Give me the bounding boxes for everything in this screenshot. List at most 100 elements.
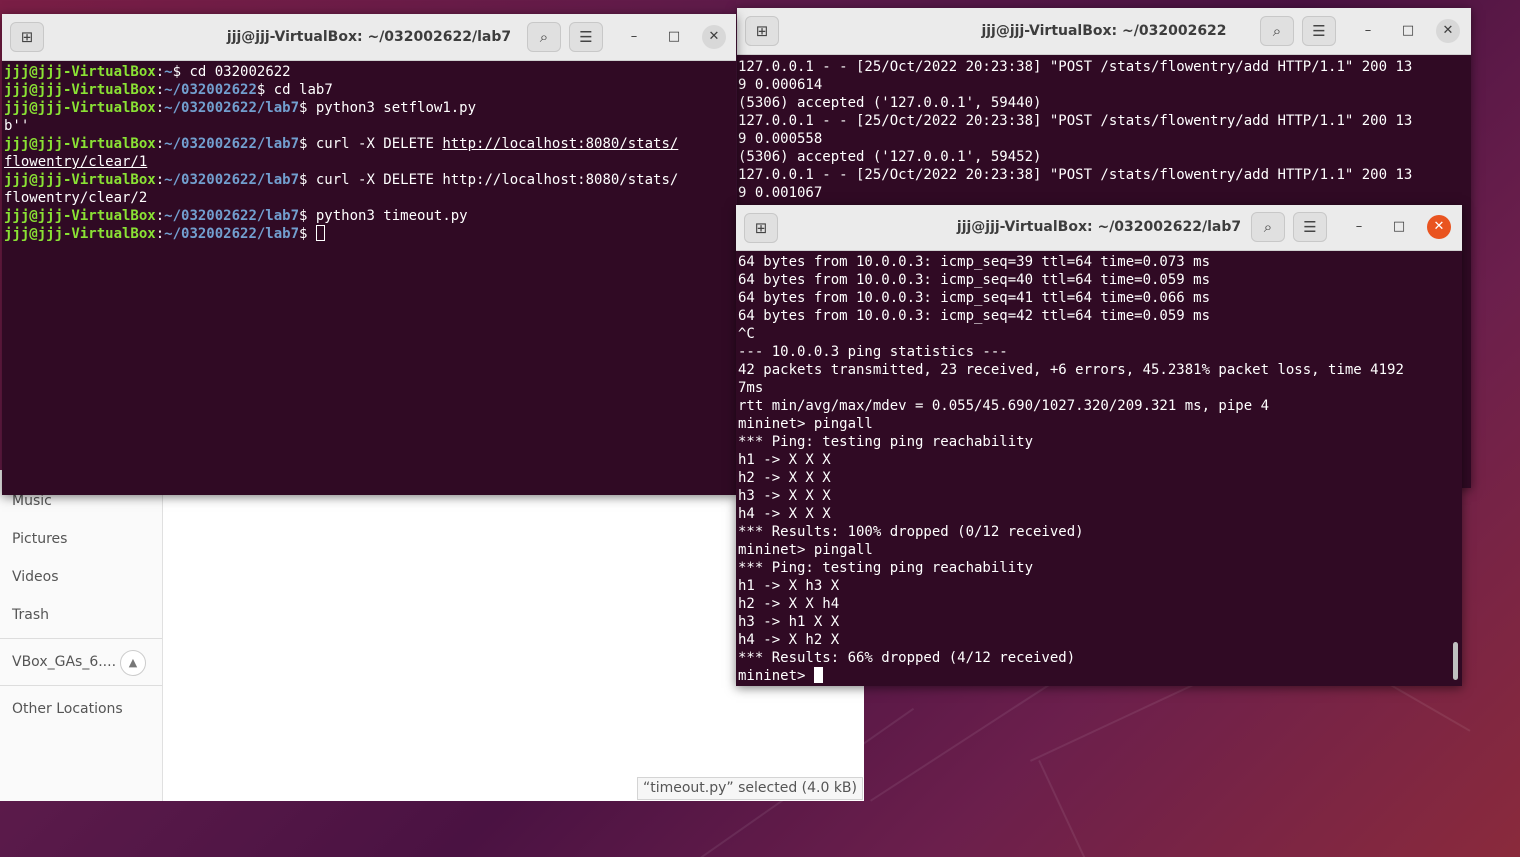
cursor	[813, 667, 823, 683]
terminal-line: jjj@jjj-VirtualBox:~/032002622$ cd lab7	[4, 82, 333, 98]
minimize-icon[interactable]: –	[622, 25, 646, 49]
maximize-icon[interactable]: □	[1396, 19, 1420, 43]
log-line: 127.0.0.1 - - [25/Oct/2022 20:23:38] "PO…	[738, 59, 1413, 75]
output-line: 64 bytes from 10.0.0.3: icmp_seq=42 ttl=…	[738, 308, 1211, 324]
terminal-line: jjj@jjj-VirtualBox:~/032002622/lab7$ pyt…	[4, 208, 468, 224]
output-line: mininet> pingall	[738, 416, 873, 432]
terminal-line: jjj@jjj-VirtualBox:~$ cd 032002622	[4, 64, 291, 80]
output-text: flowentry/clear/2	[4, 190, 148, 206]
cursor	[315, 225, 325, 241]
sidebar-divider	[0, 638, 162, 639]
output-line: ^C	[738, 326, 755, 342]
minimize-icon[interactable]: –	[1356, 19, 1380, 43]
sidebar-item-other-locations[interactable]: Other Locations	[12, 698, 123, 720]
terminal-window-mininet[interactable]: ⊞ jjj@jjj-VirtualBox: ~/032002622/lab7 ⌕…	[736, 205, 1462, 686]
log-line: 9 0.001067	[738, 185, 823, 201]
log-line: (5306) accepted ('127.0.0.1', 59440)	[738, 95, 1042, 111]
output-line: h3 -> h1 X X	[738, 614, 840, 630]
output-line: *** Ping: testing ping reachability	[738, 434, 1034, 450]
terminal-line: flowentry/clear/1	[4, 153, 736, 171]
output-line: 64 bytes from 10.0.0.3: icmp_seq=41 ttl=…	[738, 290, 1211, 306]
maximize-icon[interactable]: □	[1387, 215, 1411, 239]
terminal-window-lab7[interactable]: ⊞ jjj@jjj-VirtualBox: ~/032002622/lab7 ⌕…	[2, 14, 736, 495]
terminal-line: jjj@jjj-VirtualBox:~/032002622/lab7$	[4, 225, 736, 243]
terminal-output[interactable]: jjj@jjj-VirtualBox:~$ cd 032002622 jjj@jj…	[4, 63, 736, 495]
output-line: *** Results: 66% dropped (4/12 received)	[738, 650, 1076, 666]
output-line: h4 -> X X X	[738, 506, 831, 522]
close-icon[interactable]: ✕	[702, 25, 726, 49]
log-line: 9 0.000558	[738, 131, 823, 147]
terminal-line: mininet>	[738, 667, 1462, 685]
search-icon[interactable]: ⌕	[1251, 212, 1285, 242]
scrollbar-thumb[interactable]	[1453, 642, 1458, 680]
menu-icon[interactable]: ☰	[569, 22, 603, 52]
output-line: 64 bytes from 10.0.0.3: icmp_seq=40 ttl=…	[738, 272, 1211, 288]
output-line: 7ms	[738, 380, 764, 396]
prompt-user: jjj@jjj-VirtualBox	[4, 64, 156, 80]
command-text: curl -X DELETE http://localhost:8080/sta…	[307, 172, 679, 188]
close-icon[interactable]: ✕	[1436, 19, 1460, 43]
output-line: mininet> pingall	[738, 542, 873, 558]
command-text: curl -X DELETE	[307, 136, 443, 152]
sidebar-divider	[0, 685, 162, 686]
minimize-icon[interactable]: –	[1347, 215, 1371, 239]
prompt-path: ~/032002622/lab7	[164, 100, 300, 116]
log-line: 9 0.000614	[738, 77, 823, 93]
url-link[interactable]: http://localhost:8080/stats/	[442, 136, 678, 152]
prompt-user: jjj@jjj-VirtualBox	[4, 172, 156, 188]
titlebar[interactable]: ⊞ jjj@jjj-VirtualBox: ~/032002622/lab7 ⌕…	[736, 205, 1462, 251]
sidebar-item-videos[interactable]: Videos	[12, 566, 59, 588]
sidebar-item-vbox-gas[interactable]: VBox_GAs_6....	[12, 651, 116, 673]
search-icon[interactable]: ⌕	[1260, 16, 1294, 46]
mininet-prompt: mininet>	[738, 668, 814, 684]
command-text: python3 timeout.py	[307, 208, 468, 224]
menu-icon[interactable]: ☰	[1293, 212, 1327, 242]
terminal-output[interactable]: 64 bytes from 10.0.0.3: icmp_seq=39 ttl=…	[738, 253, 1462, 686]
prompt-path: ~/032002622/lab7	[164, 136, 300, 152]
command-text	[307, 226, 315, 242]
url-link[interactable]: flowentry/clear/1	[4, 154, 147, 170]
maximize-icon[interactable]: □	[662, 25, 686, 49]
terminal-line: jjj@jjj-VirtualBox:~/032002622/lab7$ cur…	[4, 172, 679, 188]
output-line: 64 bytes from 10.0.0.3: icmp_seq=39 ttl=…	[738, 254, 1211, 270]
titlebar[interactable]: ⊞ jjj@jjj-VirtualBox: ~/032002622 ⌕ ☰ – …	[737, 8, 1471, 55]
desktop: Music Pictures Videos Trash VBox_GAs_6..…	[0, 0, 1520, 857]
terminal-line: flowentry/clear/2	[4, 189, 736, 207]
terminal-line: jjj@jjj-VirtualBox:~/032002622/lab7$ cur…	[4, 136, 679, 152]
output-line: h4 -> X h2 X	[738, 632, 840, 648]
output-text: b''	[4, 118, 30, 134]
prompt-path: ~/032002622/lab7	[164, 208, 300, 224]
files-sidebar: Music Pictures Videos Trash VBox_GAs_6..…	[0, 470, 163, 801]
prompt-user: jjj@jjj-VirtualBox	[4, 136, 156, 152]
output-line: *** Results: 100% dropped (0/12 received…	[738, 524, 1084, 540]
log-line: 127.0.0.1 - - [25/Oct/2022 20:23:38] "PO…	[738, 167, 1413, 183]
prompt-user: jjj@jjj-VirtualBox	[4, 82, 156, 98]
close-icon[interactable]: ✕	[1427, 215, 1451, 239]
eject-icon[interactable]: ▲	[120, 650, 146, 676]
sidebar-item-trash[interactable]: Trash	[12, 604, 49, 626]
prompt-path: ~	[164, 64, 173, 80]
output-line: h1 -> X X X	[738, 452, 831, 468]
output-line: h2 -> X X h4	[738, 596, 840, 612]
wallpaper-line	[1038, 760, 1100, 857]
prompt-user: jjj@jjj-VirtualBox	[4, 226, 156, 242]
terminal-line: jjj@jjj-VirtualBox:~/032002622/lab7$ pyt…	[4, 100, 477, 116]
prompt-user: jjj@jjj-VirtualBox	[4, 208, 156, 224]
output-line: h3 -> X X X	[738, 488, 831, 504]
output-line: --- 10.0.0.3 ping statistics ---	[738, 344, 1008, 360]
menu-icon[interactable]: ☰	[1302, 16, 1336, 46]
prompt-path: ~/032002622/lab7	[164, 172, 300, 188]
titlebar[interactable]: ⊞ jjj@jjj-VirtualBox: ~/032002622/lab7 ⌕…	[2, 14, 736, 61]
output-line: h1 -> X h3 X	[738, 578, 840, 594]
output-line: 42 packets transmitted, 23 received, +6 …	[738, 362, 1404, 378]
sidebar-item-pictures[interactable]: Pictures	[12, 528, 67, 550]
terminal-line: b''	[4, 117, 736, 135]
selection-status: “timeout.py” selected (4.0 kB)	[637, 777, 863, 800]
files-window: Music Pictures Videos Trash VBox_GAs_6..…	[0, 470, 864, 801]
search-icon[interactable]: ⌕	[527, 22, 561, 52]
prompt-path: ~/032002622	[164, 82, 257, 98]
prompt-path: ~/032002622/lab7	[164, 226, 300, 242]
command-text: cd 032002622	[181, 64, 291, 80]
command-text: python3 setflow1.py	[307, 100, 477, 116]
prompt-user: jjj@jjj-VirtualBox	[4, 100, 156, 116]
